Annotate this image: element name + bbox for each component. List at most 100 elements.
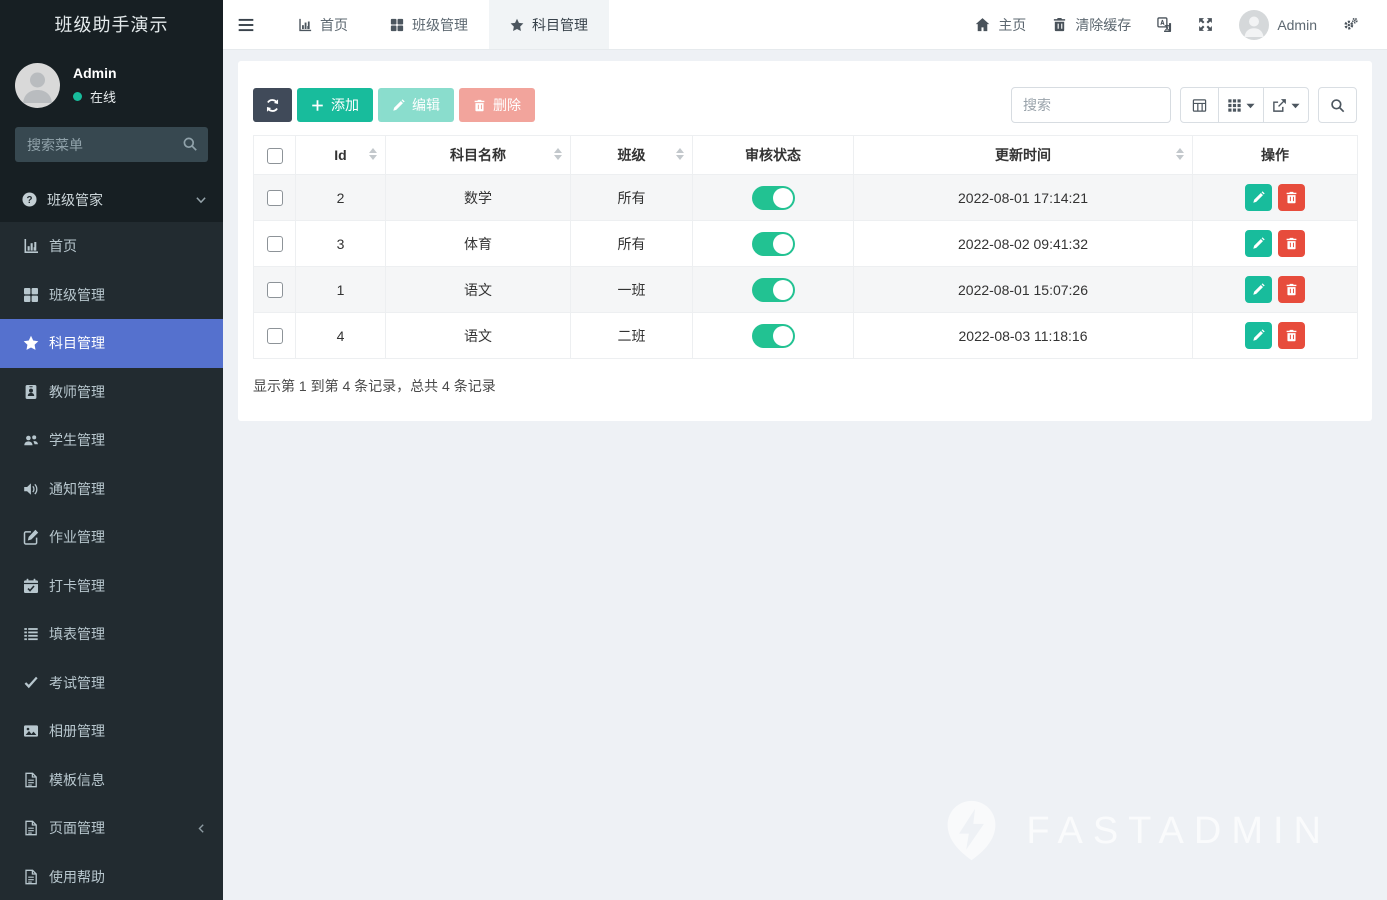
cell-class: 所有	[571, 175, 693, 221]
row-delete-button[interactable]	[1278, 322, 1305, 349]
caret-down-icon	[1291, 101, 1300, 110]
nav-tab-subject[interactable]: 科目管理	[489, 0, 609, 49]
nav-tab-label: 首页	[320, 15, 348, 35]
table-row: 4语文二班2022-08-03 11:18:16	[254, 313, 1358, 359]
row-checkbox[interactable]	[267, 190, 283, 206]
chevron-left-icon	[196, 823, 207, 834]
status-toggle[interactable]	[752, 186, 795, 210]
sidebar-item-exam[interactable]: 考试管理	[0, 659, 223, 708]
table-tools-group	[1180, 87, 1309, 123]
column-label: 更新时间	[995, 147, 1051, 163]
watermark-text: FASTADMIN	[1026, 810, 1331, 853]
column-label: 审核状态	[745, 147, 801, 163]
sidebar-item-student[interactable]: 学生管理	[0, 416, 223, 465]
sidebar-item-help[interactable]: 使用帮助	[0, 853, 223, 900]
sidebar-item-album[interactable]: 相册管理	[0, 707, 223, 756]
bar-chart-icon	[298, 18, 312, 32]
row-edit-button[interactable]	[1245, 322, 1272, 349]
sidebar-item-form[interactable]: 填表管理	[0, 610, 223, 659]
row-checkbox[interactable]	[267, 236, 283, 252]
sidebar-item-label: 学生管理	[49, 430, 105, 450]
column-header[interactable]: Id	[296, 136, 386, 175]
sidebar-item-class[interactable]: 班级管理	[0, 271, 223, 320]
column-header[interactable]: 科目名称	[386, 136, 571, 175]
sidebar-item-homework[interactable]: 作业管理	[0, 513, 223, 562]
delete-button[interactable]: 删除	[459, 88, 535, 122]
column-header: 操作	[1193, 136, 1358, 175]
export-dropdown-button[interactable]	[1263, 87, 1309, 123]
add-button[interactable]: 添加	[297, 88, 373, 122]
question-circle-icon: ?	[22, 192, 37, 207]
status-toggle[interactable]	[752, 278, 795, 302]
row-select-cell	[254, 267, 296, 313]
export-icon	[1272, 98, 1287, 113]
sidebar-item-label: 班级管理	[49, 285, 105, 305]
columns-dropdown-button[interactable]	[1218, 87, 1264, 123]
sidebar-item-checkin[interactable]: 打卡管理	[0, 562, 223, 611]
row-edit-button[interactable]	[1245, 230, 1272, 257]
sidebar-item-page[interactable]: 页面管理	[0, 804, 223, 853]
cell-status	[693, 267, 854, 313]
sidebar-item-label: 模板信息	[49, 770, 105, 790]
column-header[interactable]: 班级	[571, 136, 693, 175]
sidebar-search	[15, 127, 208, 162]
toggle-knob	[773, 234, 793, 254]
sidebar-item-home[interactable]: 首页	[0, 222, 223, 271]
speaker-icon	[23, 481, 39, 497]
row-delete-button[interactable]	[1278, 230, 1305, 257]
column-header[interactable]: 更新时间	[854, 136, 1193, 175]
sidebar-section-label: 班级管家	[47, 190, 103, 210]
sidebar-toggle-button[interactable]	[223, 0, 269, 49]
edit-button[interactable]: 编辑	[378, 88, 454, 122]
users-icon	[23, 432, 39, 448]
user-name: Admin	[73, 65, 117, 81]
translate-icon	[1157, 17, 1172, 32]
status-toggle[interactable]	[752, 232, 795, 256]
row-checkbox[interactable]	[267, 328, 283, 344]
fullscreen-button[interactable]	[1185, 17, 1226, 32]
cell-subject-name: 语文	[386, 313, 571, 359]
table-search-input[interactable]	[1011, 87, 1171, 123]
search-button[interactable]	[1318, 87, 1357, 123]
sidebar-item-label: 通知管理	[49, 479, 105, 499]
sidebar-item-teacher[interactable]: 教师管理	[0, 368, 223, 417]
plus-icon	[311, 99, 324, 112]
user-menu[interactable]: Admin	[1226, 10, 1330, 40]
nav-tab-home[interactable]: 首页	[277, 0, 369, 49]
trash-icon	[473, 99, 486, 112]
sidebar-item-label: 教师管理	[49, 382, 105, 402]
select-all-checkbox[interactable]	[267, 148, 283, 164]
row-checkbox[interactable]	[267, 282, 283, 298]
settings-button[interactable]	[1330, 17, 1371, 32]
data-panel: 添加 编辑 删除	[238, 61, 1372, 421]
sidebar-item-label: 首页	[49, 236, 77, 256]
watermark: FASTADMIN	[943, 800, 1331, 862]
row-delete-button[interactable]	[1278, 184, 1305, 211]
sidebar-item-subject[interactable]: 科目管理	[0, 319, 223, 368]
toolbar: 添加 编辑 删除	[253, 87, 1357, 123]
row-edit-button[interactable]	[1245, 276, 1272, 303]
avatar	[15, 63, 60, 108]
sidebar-item-template[interactable]: 模板信息	[0, 756, 223, 805]
sidebar-search-input[interactable]	[15, 127, 208, 162]
pencil-icon	[1252, 237, 1265, 250]
row-edit-button[interactable]	[1245, 184, 1272, 211]
row-delete-button[interactable]	[1278, 276, 1305, 303]
table-header-row: Id 科目名称班级 审核状态 更新时间 操作	[254, 136, 1358, 175]
sidebar-section-header[interactable]: ? 班级管家	[0, 177, 223, 222]
refresh-button[interactable]	[253, 88, 292, 122]
clear-cache-link[interactable]: 清除缓存	[1039, 15, 1144, 35]
status-toggle[interactable]	[752, 324, 795, 348]
column-label: Id	[334, 147, 346, 163]
sort-icon	[554, 148, 563, 162]
check-icon	[23, 675, 39, 691]
content-area: 添加 编辑 删除	[223, 50, 1387, 900]
nav-tab-class[interactable]: 班级管理	[369, 0, 489, 49]
home-link[interactable]: 主页	[962, 15, 1039, 35]
toggle-view-button[interactable]	[1180, 87, 1219, 123]
list-icon	[23, 626, 39, 642]
star-icon	[23, 335, 39, 351]
sidebar-item-notice[interactable]: 通知管理	[0, 465, 223, 514]
sidebar-item-label: 作业管理	[49, 527, 105, 547]
language-button[interactable]	[1144, 17, 1185, 32]
